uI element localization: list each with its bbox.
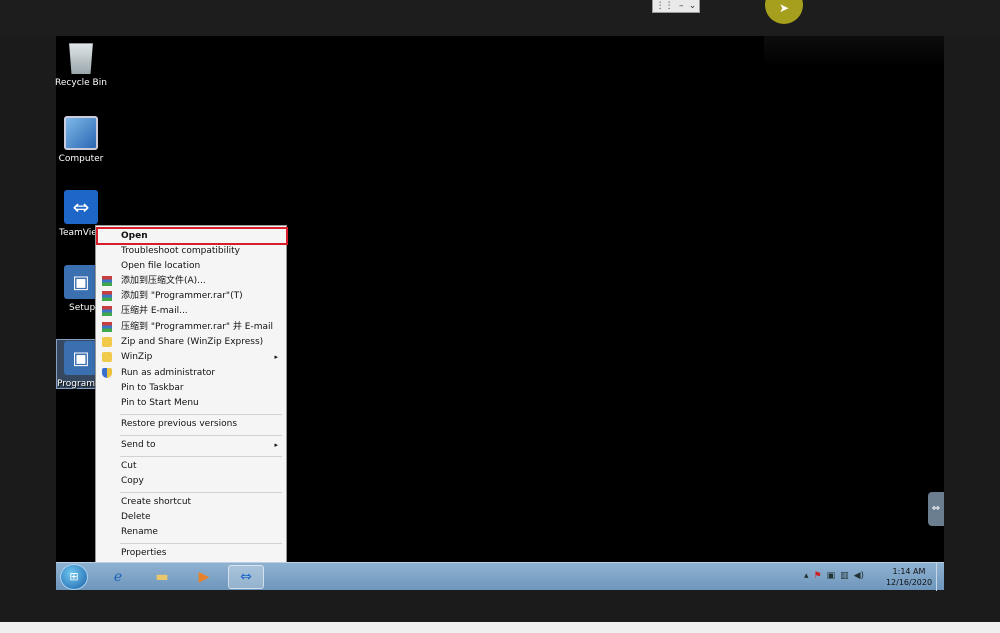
- show-desktop-button[interactable]: [936, 563, 944, 591]
- menu-item-label: 添加到 "Programmer.rar"(T): [121, 291, 243, 301]
- menu-item-send-to[interactable]: Send to ▸: [98, 438, 284, 453]
- desktop-icon-computer[interactable]: Computer: [55, 116, 107, 164]
- menu-item-run-as-administrator[interactable]: Run as administrator: [98, 366, 284, 381]
- menu-item-delete[interactable]: Delete: [98, 510, 284, 525]
- teamviewer-icon: ⇔: [931, 503, 941, 514]
- winrar-icon: [102, 306, 112, 316]
- computer-icon: [64, 116, 98, 150]
- desktop-icon-recycle-bin[interactable]: Recycle Bin: [55, 40, 107, 88]
- desktop-icon-label: Computer: [58, 154, 104, 164]
- menu-separator: [120, 492, 282, 493]
- menu-item-properties[interactable]: Properties: [98, 546, 284, 561]
- folder-icon: ▬: [155, 569, 169, 585]
- menu-item-add-to-archive[interactable]: 添加到压缩文件(A)...: [98, 274, 284, 289]
- menu-item-open[interactable]: Open: [96, 227, 288, 245]
- menu-item-troubleshoot-compatibility[interactable]: Troubleshoot compatibility: [98, 244, 284, 259]
- menu-item-restore-previous-versions[interactable]: Restore previous versions: [98, 417, 284, 432]
- system-tray: ▴ ⚑ ▣ ▥ ◀): [804, 571, 864, 581]
- internet-explorer-icon: ℯ: [113, 569, 123, 585]
- winrar-icon: [102, 291, 112, 301]
- submenu-arrow-icon: ▸: [274, 441, 278, 449]
- menu-item-label: Run as administrator: [121, 368, 216, 378]
- menu-item-pin-to-start-menu[interactable]: Pin to Start Menu: [98, 396, 284, 411]
- menu-item-winzip[interactable]: WinZip ▸: [98, 350, 284, 365]
- submenu-arrow-icon: ▸: [274, 353, 278, 361]
- remote-toolbar[interactable]: ⋮⋮ – ⌄: [652, 0, 700, 13]
- menu-item-zip-and-share[interactable]: Zip and Share (WinZip Express): [98, 335, 284, 350]
- internet-explorer-taskbar-button[interactable]: ℯ: [100, 565, 136, 589]
- menu-item-pin-to-taskbar[interactable]: Pin to Taskbar: [98, 381, 284, 396]
- action-center-flag-icon[interactable]: ⚑: [814, 571, 822, 581]
- uac-shield-icon: [102, 368, 112, 378]
- menu-item-create-shortcut[interactable]: Create shortcut: [98, 495, 284, 510]
- winrar-icon: [102, 276, 112, 286]
- explorer-taskbar-button[interactable]: ▬: [144, 565, 180, 589]
- system-clock[interactable]: 1:14 AM 12/16/2020: [884, 566, 934, 588]
- minimize-icon[interactable]: –: [679, 1, 684, 11]
- teamviewer-side-panel-tab[interactable]: ⇔: [928, 492, 944, 526]
- menu-item-add-to-programmer-rar[interactable]: 添加到 "Programmer.rar"(T): [98, 289, 284, 304]
- menu-item-compress-and-email[interactable]: 压缩并 E-mail...: [98, 304, 284, 319]
- clock-date: 12/16/2020: [885, 578, 933, 587]
- teamviewer-icon: ⇔: [240, 569, 252, 585]
- teamviewer-taskbar-button[interactable]: ⇔: [228, 565, 264, 589]
- mouse-pointer-icon: ➤: [779, 1, 790, 15]
- menu-item-label: 压缩并 E-mail...: [121, 306, 188, 316]
- desktop-icon-label: Recycle Bin: [55, 78, 107, 88]
- remote-session-top-bar: [0, 0, 1000, 36]
- clock-time: 1:14 AM: [892, 567, 926, 576]
- chevron-down-icon[interactable]: ⌄: [689, 1, 697, 11]
- volume-icon[interactable]: ◀): [854, 571, 864, 581]
- menu-separator: [120, 456, 282, 457]
- menu-item-label: Zip and Share (WinZip Express): [121, 337, 264, 347]
- menu-item-label: 压缩到 "Programmer.rar" 并 E-mail: [121, 322, 274, 332]
- menu-item-label: Send to: [121, 440, 156, 450]
- winzip-icon: [102, 352, 112, 362]
- grid-icon[interactable]: ⋮⋮: [656, 1, 674, 11]
- menu-item-cut[interactable]: Cut: [98, 459, 284, 474]
- recycle-bin-icon: [69, 43, 93, 74]
- menu-item-copy[interactable]: Copy: [98, 474, 284, 489]
- media-player-taskbar-button[interactable]: ▶: [186, 565, 222, 589]
- menu-separator: [120, 414, 282, 415]
- winzip-icon: [102, 337, 112, 347]
- menu-item-open-file-location[interactable]: Open file location: [98, 259, 284, 274]
- bottom-strip: [0, 622, 1000, 633]
- programmer-chip-icon: ▣: [64, 341, 98, 375]
- context-menu: Open Troubleshoot compatibility Open fil…: [95, 225, 288, 563]
- start-button[interactable]: ⊞: [60, 564, 88, 590]
- network-icon[interactable]: ▥: [840, 571, 849, 581]
- menu-item-compress-to-rar-and-email[interactable]: 压缩到 "Programmer.rar" 并 E-mail: [98, 320, 284, 335]
- show-hidden-icons-icon[interactable]: ▴: [804, 571, 809, 581]
- menu-separator: [120, 543, 282, 544]
- menu-separator: [120, 435, 282, 436]
- menu-item-label: WinZip: [121, 352, 153, 362]
- device-icon[interactable]: ▣: [827, 571, 836, 581]
- screen-glow: [764, 36, 944, 66]
- menu-item-rename[interactable]: Rename: [98, 525, 284, 540]
- teamviewer-icon: ⇔: [64, 190, 98, 224]
- taskbar: ⊞ ℯ ▬ ▶ ⇔ ▴ ⚑ ▣ ▥ ◀) 1:14 AM 12/16/2020: [56, 562, 944, 591]
- setup-chip-icon: ▣: [64, 265, 98, 299]
- media-player-icon: ▶: [198, 569, 210, 585]
- winrar-icon: [102, 322, 112, 332]
- menu-item-label: 添加到压缩文件(A)...: [121, 276, 206, 286]
